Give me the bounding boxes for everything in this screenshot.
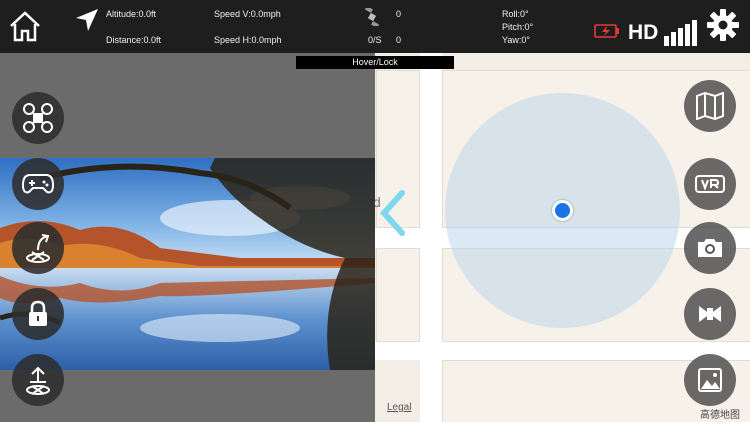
- gear-icon[interactable]: [706, 8, 740, 47]
- gamepad-icon: [22, 173, 54, 195]
- video-button[interactable]: [684, 288, 736, 340]
- camera-icon: [696, 237, 724, 259]
- camera-button[interactable]: [684, 222, 736, 274]
- altitude-readout: Altitude:0.0ft: [106, 9, 157, 19]
- map-button[interactable]: [684, 80, 736, 132]
- map-block: [376, 248, 420, 342]
- horizontal-speed-readout: Speed H:0.0mph: [214, 35, 282, 45]
- gallery-button[interactable]: [684, 354, 736, 406]
- landing-icon: [22, 364, 54, 396]
- hd-label: HD: [628, 21, 659, 44]
- pitch-readout: Pitch:0°: [502, 22, 534, 32]
- lock-icon: [26, 300, 50, 328]
- signal-label: 0/S: [368, 35, 382, 45]
- navigation-arrow-icon: [74, 7, 100, 38]
- signal-bars-icon: [664, 20, 700, 51]
- signal-value: 0: [396, 35, 402, 45]
- home-icon[interactable]: [8, 10, 42, 47]
- vertical-speed-readout: Speed V:0.0mph: [214, 9, 281, 19]
- vr-icon: [695, 175, 725, 193]
- drone-button[interactable]: [12, 92, 64, 144]
- map-road: [375, 342, 750, 360]
- vr-button[interactable]: [684, 158, 736, 210]
- yaw-readout: Yaw:0°: [502, 35, 530, 45]
- map-brand-label: 高德地图: [700, 410, 740, 421]
- distance-readout: Distance:0.0ft: [106, 35, 162, 45]
- map-icon: [695, 92, 725, 120]
- flight-mode-banner: Hover/Lock: [296, 56, 454, 69]
- takeoff-button[interactable]: [12, 222, 64, 274]
- roll-readout: Roll:0°: [502, 9, 529, 19]
- chevron-left-icon[interactable]: [378, 190, 408, 241]
- lock-button[interactable]: [12, 288, 64, 340]
- video-icon: [697, 304, 723, 324]
- gallery-icon: [697, 367, 723, 393]
- gamepad-button[interactable]: [12, 158, 64, 210]
- legal-link[interactable]: Legal: [387, 402, 411, 413]
- satellite-icon: [361, 5, 383, 31]
- satellite-count: 0: [396, 9, 402, 19]
- top-status-bar: Altitude:0.0ft Distance:0.0ft Speed V:0.…: [0, 0, 750, 53]
- takeoff-icon: [22, 232, 54, 264]
- landing-button[interactable]: [12, 354, 64, 406]
- current-location-dot: [552, 200, 573, 221]
- battery-low-icon: [594, 24, 620, 43]
- drone-icon: [21, 101, 55, 135]
